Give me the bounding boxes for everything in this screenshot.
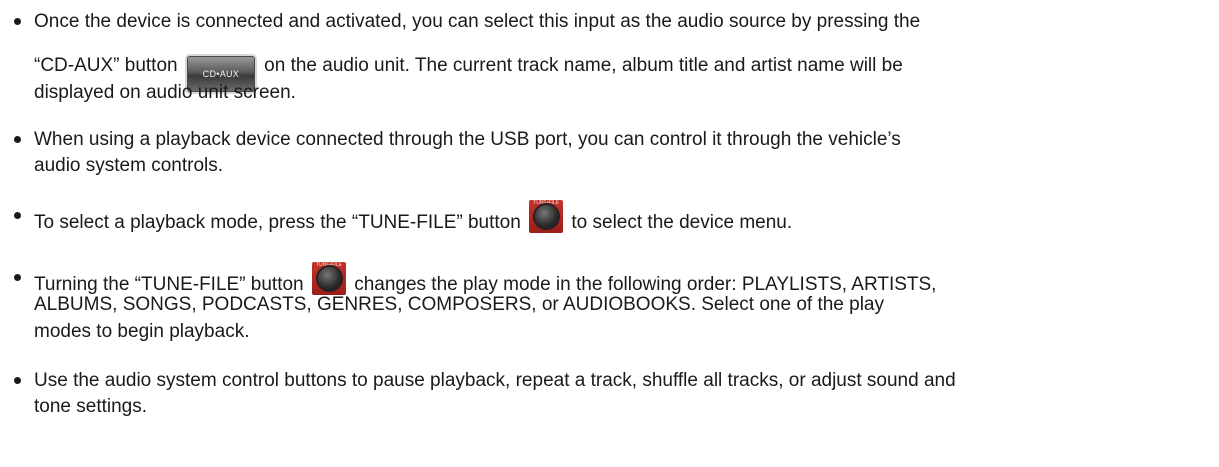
list-item-text: To select a playback mode, press the “TU… xyxy=(34,200,1207,238)
bullet-dot xyxy=(14,18,21,25)
text-span: To select a playback mode, press the “TU… xyxy=(34,212,521,233)
list-item-text: When using a playback device connected t… xyxy=(34,124,1207,176)
bullet-dot xyxy=(14,377,21,384)
tune-file-knob-icon: TUNE•FILE xyxy=(529,200,564,233)
bullet-dot xyxy=(14,136,21,143)
list-item-text: Use the audio system control buttons to … xyxy=(34,365,1207,417)
knob-shape xyxy=(535,205,559,228)
bullet-dot xyxy=(14,212,21,219)
knob-shape xyxy=(317,267,341,290)
bullet-dot xyxy=(14,274,21,281)
text-line: tone settings. xyxy=(34,396,148,417)
text-line: modes to begin playback. xyxy=(34,321,250,342)
text-span: on the audio unit. The current track nam… xyxy=(264,55,903,76)
text-line: Once the device is connected and activat… xyxy=(34,11,921,32)
text-span: “CD-AUX” button xyxy=(34,55,178,76)
text-line: audio system controls. xyxy=(34,155,224,176)
text-line: displayed on audio unit screen. xyxy=(34,82,296,103)
list-item-text: Turning the “TUNE-FILE” button TUNE•FILE… xyxy=(34,262,1207,342)
document-page: Once the device is connected and activat… xyxy=(0,0,1219,467)
list-item-text: Once the device is connected and activat… xyxy=(34,6,1207,103)
text-span: to select the device menu. xyxy=(571,212,793,233)
text-line: Use the audio system control buttons to … xyxy=(34,370,956,391)
